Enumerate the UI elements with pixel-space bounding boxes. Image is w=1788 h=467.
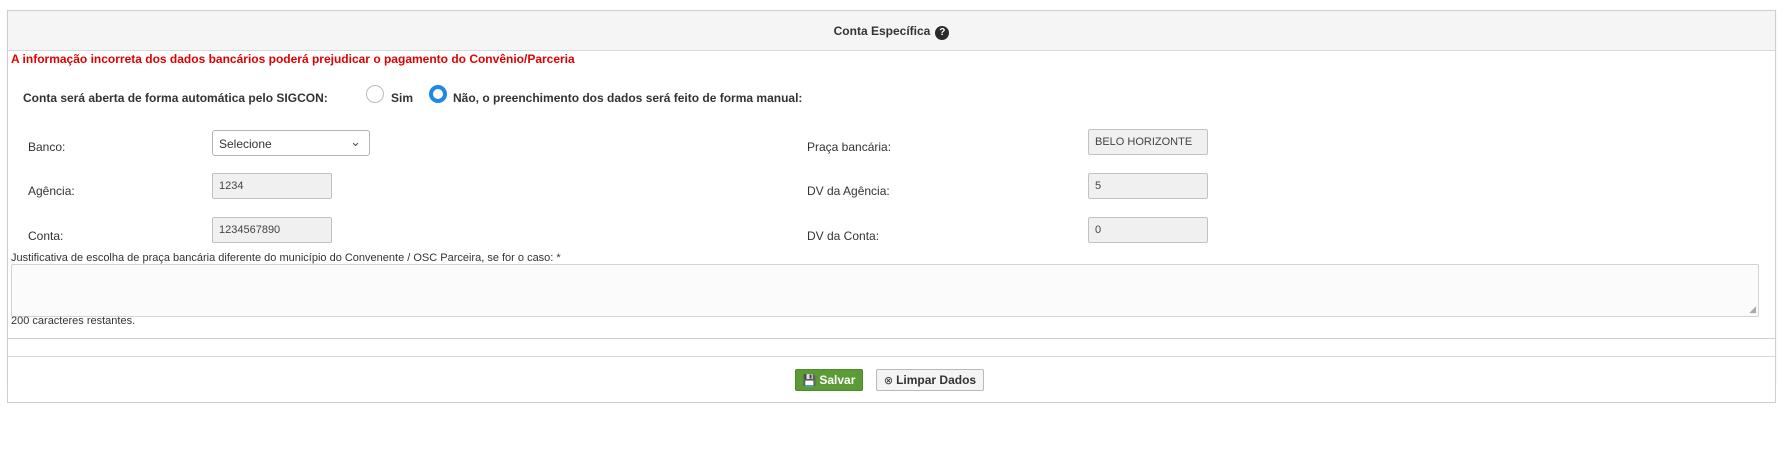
justificativa-textarea[interactable]: ◢ (11, 264, 1759, 317)
bank-data-warning: A informação incorreta dos dados bancári… (11, 52, 575, 66)
floppy-disk-icon: 💾 (802, 375, 817, 387)
radio-sim-label[interactable]: Sim (391, 91, 413, 105)
panel-title-text: Conta Específica (833, 24, 931, 38)
banco-select-value: Selecione (219, 137, 272, 151)
agencia-label: Agência: (28, 184, 75, 198)
radio-sim[interactable] (366, 85, 384, 103)
save-button-label: Salvar (819, 373, 856, 387)
auto-account-label: Conta será aberta de forma automática pe… (23, 91, 328, 105)
agencia-field[interactable]: 1234 (212, 173, 332, 199)
clear-data-button[interactable]: ⊗ Limpar Dados (876, 369, 984, 391)
panel-title: Conta Específica? (8, 24, 1775, 40)
dv-conta-field[interactable]: 0 (1088, 217, 1208, 243)
dv-agencia-label: DV da Agência: (807, 184, 890, 198)
conta-label: Conta: (28, 229, 64, 243)
characters-remaining: 200 caracteres restantes. (11, 315, 136, 327)
conta-field[interactable]: 1234567890 (212, 217, 332, 243)
panel-header: Conta Específica? (8, 11, 1775, 51)
circle-x-icon: ⊗ (883, 375, 894, 387)
footer-divider (8, 356, 1775, 357)
banco-select[interactable]: Selecione ⌄ (212, 130, 370, 156)
praca-bancaria-label: Praça bancária: (807, 140, 892, 154)
resize-handle-icon[interactable]: ◢ (1749, 304, 1756, 315)
chevron-down-icon: ⌄ (350, 134, 361, 149)
clear-data-button-label: Limpar Dados (896, 373, 977, 387)
save-button[interactable]: 💾 Salvar (795, 369, 863, 391)
radio-nao-manual-label[interactable]: Não, o preenchimento dos dados será feit… (453, 91, 802, 105)
praca-bancaria-field[interactable]: BELO HORIZONTE (1088, 129, 1208, 155)
dv-agencia-field[interactable]: 5 (1088, 173, 1208, 199)
dv-conta-label: DV da Conta: (807, 229, 880, 243)
justificativa-label: Justificativa de escolha de praça bancár… (11, 252, 561, 264)
banco-label: Banco: (28, 140, 66, 154)
radio-nao-manual[interactable] (429, 85, 447, 103)
help-icon[interactable]: ? (935, 26, 950, 40)
